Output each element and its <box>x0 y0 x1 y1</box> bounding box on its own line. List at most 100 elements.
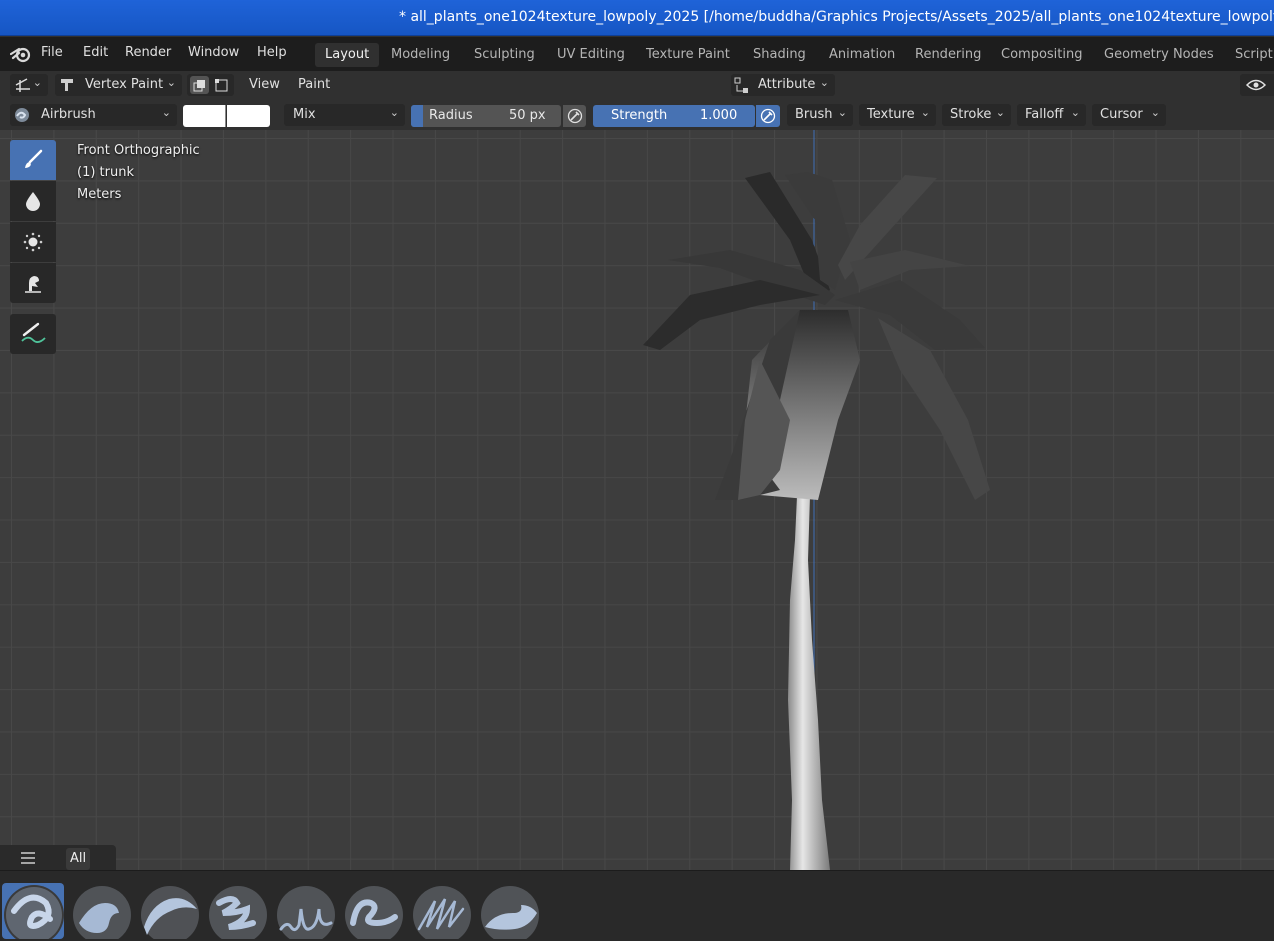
mode-dropdown[interactable]: Vertex Paint ⌄ <box>55 74 182 96</box>
chevron-down-icon: ⌄ <box>161 106 171 119</box>
attribute-icon <box>734 77 748 93</box>
strength-pressure-toggle[interactable] <box>756 105 780 127</box>
strength-value: 1.000 <box>700 108 738 123</box>
color-swatches <box>183 105 270 127</box>
tab-modeling[interactable]: Modeling <box>381 43 460 67</box>
blender-logo-icon[interactable] <box>10 45 32 63</box>
asset-shelf-tab-all[interactable]: All <box>66 848 91 870</box>
smear-tool[interactable] <box>10 263 56 303</box>
window-titlebar: * all_plants_one1024texture_lowpoly_2025… <box>0 0 1274 36</box>
paint-hard-thumbnail-icon <box>141 886 199 939</box>
face-mask-icon <box>193 80 205 92</box>
brush-selector[interactable]: Airbrush ⌄ <box>10 104 177 126</box>
tab-rendering[interactable]: Rendering <box>905 43 991 67</box>
texture-menu-label: Texture <box>867 107 915 122</box>
trunk <box>788 496 830 870</box>
brush-thumb-airbrush[interactable] <box>2 883 64 939</box>
primary-color-swatch[interactable] <box>183 105 226 127</box>
vertex-paint-icon <box>61 79 73 91</box>
tab-compositing[interactable]: Compositing <box>991 43 1093 67</box>
airbrush-thumbnail-icon <box>4 885 64 939</box>
falloff-menu-label: Falloff <box>1025 107 1064 122</box>
chevron-down-icon: ⌄ <box>166 76 176 89</box>
tab-texture-paint[interactable]: Texture Paint <box>636 43 740 67</box>
hamburger-menu-icon[interactable] <box>20 851 36 865</box>
menu-edit[interactable]: Edit <box>83 45 108 60</box>
chevron-down-icon: ⌄ <box>32 76 42 89</box>
radius-field[interactable]: Radius 50 px <box>411 105 561 127</box>
tool-settings-bar: Airbrush ⌄ Mix ⌄ Radius 50 px Strength 1… <box>0 101 1274 130</box>
palm-tree-model[interactable] <box>0 130 1274 870</box>
strength-field[interactable]: Strength 1.000 <box>593 105 755 127</box>
attribute-dropdown[interactable]: Attribute ⌄ <box>731 74 835 96</box>
menu-help[interactable]: Help <box>257 45 287 60</box>
blur-icon <box>26 192 40 211</box>
brush-thumb-paint-hard[interactable] <box>139 883 201 939</box>
chevron-down-icon: ⌄ <box>389 106 399 119</box>
tab-scripting[interactable]: Scripting <box>1225 43 1274 67</box>
tab-layout[interactable]: Layout <box>315 43 380 67</box>
annotate-tool[interactable] <box>10 314 56 354</box>
top-menu-bar: File Edit Render Window Help Layout Mode… <box>0 37 1274 71</box>
tab-animation[interactable]: Animation <box>819 43 905 67</box>
smear-thumbnail-icon <box>277 886 335 939</box>
stroke-menu[interactable]: Stroke ⌄ <box>942 104 1011 126</box>
chevron-down-icon: ⌄ <box>995 106 1005 119</box>
asset-shelf-header: All <box>0 845 116 871</box>
brush-thumb-blur[interactable] <box>71 883 133 939</box>
brush-thumb-paint-soft-pressure[interactable] <box>479 883 541 939</box>
face-mask-toggle[interactable] <box>190 76 209 94</box>
brush-icon <box>25 149 43 168</box>
paint-hard-pressure-thumbnail-icon <box>413 886 471 939</box>
blend-mode-label: Mix <box>293 107 316 122</box>
viewport-visibility-button[interactable] <box>1240 74 1274 96</box>
annotate-icon <box>21 322 46 343</box>
chevron-down-icon: ⌄ <box>1150 106 1160 119</box>
3d-viewport[interactable]: Front Orthographic (1) trunk Meters <box>0 130 1274 870</box>
vertex-mask-toggle[interactable] <box>212 76 231 94</box>
texture-menu[interactable]: Texture ⌄ <box>859 104 936 126</box>
paint-menu[interactable]: Paint <box>298 77 330 92</box>
tab-sculpting[interactable]: Sculpting <box>464 43 545 67</box>
mode-label: Vertex Paint <box>85 77 164 92</box>
menu-file[interactable]: File <box>41 45 63 60</box>
radius-field-fill <box>411 105 423 127</box>
blend-mode-dropdown[interactable]: Mix ⌄ <box>284 104 405 126</box>
stroke-menu-label: Stroke <box>950 107 992 122</box>
brush-thumb-smear[interactable] <box>275 883 337 939</box>
tab-uv-editing[interactable]: UV Editing <box>547 43 635 67</box>
chevron-down-icon: ⌄ <box>819 76 829 89</box>
tab-geometry-nodes[interactable]: Geometry Nodes <box>1094 43 1224 67</box>
brush-thumb-average[interactable] <box>343 883 405 939</box>
brush-menu[interactable]: Brush ⌄ <box>787 104 853 126</box>
average-tool[interactable] <box>10 222 56 262</box>
leaf <box>850 250 970 290</box>
menu-window[interactable]: Window <box>188 45 239 60</box>
falloff-menu[interactable]: Falloff ⌄ <box>1017 104 1086 126</box>
cursor-menu-label: Cursor <box>1100 107 1143 122</box>
brush-name: Airbrush <box>41 107 96 122</box>
strength-label: Strength <box>611 108 668 123</box>
cursor-menu[interactable]: Cursor ⌄ <box>1092 104 1166 126</box>
chevron-down-icon: ⌄ <box>920 106 930 119</box>
tab-shading[interactable]: Shading <box>743 43 816 67</box>
chevron-down-icon: ⌄ <box>1070 106 1080 119</box>
brush-thumb-paint-hard-pressure[interactable] <box>411 883 473 939</box>
paint-soft-thumbnail-icon <box>209 886 267 939</box>
secondary-color-swatch[interactable] <box>227 105 270 127</box>
window-title: * all_plants_one1024texture_lowpoly_2025… <box>399 9 1274 25</box>
brush-thumb-paint-soft[interactable] <box>207 883 269 939</box>
blur-tool[interactable] <box>10 181 56 221</box>
brush-menu-label: Brush <box>795 107 833 122</box>
chevron-down-icon: ⌄ <box>837 106 847 119</box>
pen-pressure-icon <box>760 108 776 124</box>
average-icon <box>23 232 43 252</box>
paint-soft-pressure-thumbnail-icon <box>481 886 539 939</box>
airbrush-icon <box>15 108 29 122</box>
average-thumbnail-icon <box>345 886 403 939</box>
menu-render[interactable]: Render <box>125 45 171 60</box>
editor-type-button[interactable]: ⌄ <box>10 74 48 96</box>
radius-pressure-toggle[interactable] <box>563 105 586 127</box>
view-menu[interactable]: View <box>249 77 280 92</box>
brush-tool[interactable] <box>10 140 56 180</box>
